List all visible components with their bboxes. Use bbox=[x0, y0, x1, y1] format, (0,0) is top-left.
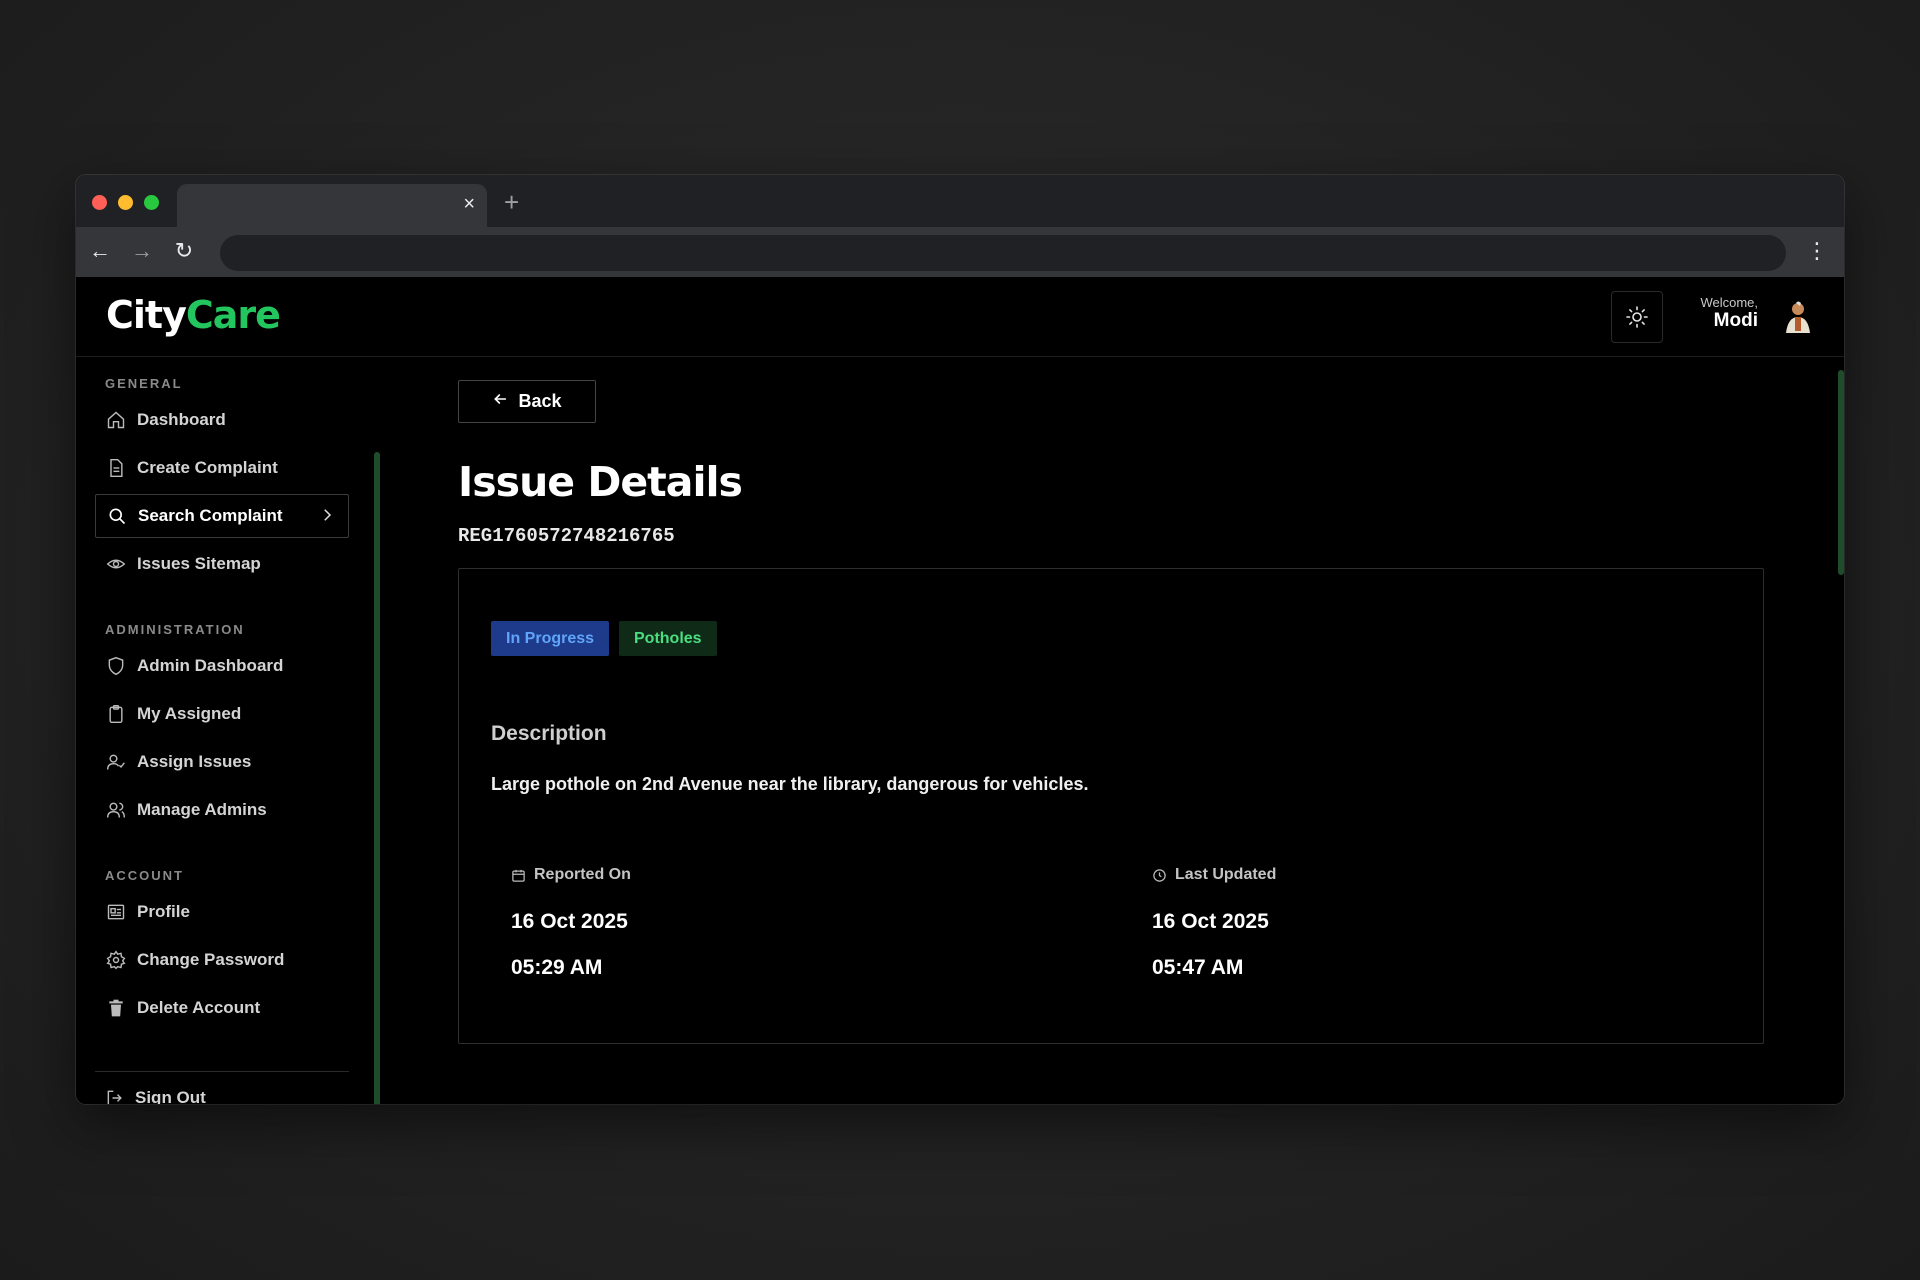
back-button-label: Back bbox=[518, 391, 562, 411]
sidebar-item-label: Profile bbox=[137, 902, 190, 921]
sidebar-item-change-password[interactable]: Change Password bbox=[95, 938, 349, 982]
browser-reload-button[interactable]: ↻ bbox=[170, 237, 198, 265]
sign-out-button[interactable]: Sign Out bbox=[105, 1088, 206, 1104]
sidebar-item-dashboard[interactable]: Dashboard bbox=[95, 398, 349, 442]
user-welcome: Welcome, Modi bbox=[1700, 295, 1758, 332]
sidebar-item-label: Issues Sitemap bbox=[137, 554, 261, 573]
category-badge: Potholes bbox=[619, 621, 717, 656]
clipboard-icon bbox=[105, 703, 127, 725]
browser-forward-button[interactable]: → bbox=[128, 237, 156, 265]
sidebar-item-label: Manage Admins bbox=[137, 800, 267, 819]
eye-icon bbox=[105, 553, 127, 575]
sidebar-item-label: Search Complaint bbox=[138, 506, 283, 525]
last-updated-label: Last Updated bbox=[1175, 866, 1277, 883]
browser-window: × + ← → ↻ ⋮ CityCare Welcome, Modi GENER… bbox=[76, 175, 1844, 1104]
clock-icon bbox=[1152, 868, 1167, 883]
last-updated-block: Last Updated 16 Oct 2025 05:47 AM bbox=[1152, 866, 1276, 980]
sidebar-item-search-complaint[interactable]: Search Complaint bbox=[95, 494, 349, 538]
arrow-left-icon bbox=[492, 391, 508, 412]
description-text: Large pothole on 2nd Avenue near the lib… bbox=[491, 774, 1089, 794]
sun-icon bbox=[1626, 306, 1648, 328]
registration-id: REG1760572748216765 bbox=[458, 525, 675, 547]
minimize-window-button[interactable] bbox=[118, 195, 133, 210]
sidebar-item-label: Delete Account bbox=[137, 998, 261, 1017]
description-heading: Description bbox=[491, 722, 607, 745]
sidebar-item-label: Assign Issues bbox=[137, 752, 252, 771]
last-updated-date: 16 Oct 2025 bbox=[1152, 910, 1269, 933]
citycare-logo[interactable]: CityCare bbox=[106, 293, 281, 337]
chevron-right-icon bbox=[318, 506, 336, 529]
sidebar-section-general: GENERAL bbox=[105, 376, 183, 391]
reported-on-label: Reported On bbox=[534, 866, 631, 883]
browser-tab-bar: × + bbox=[76, 175, 1844, 227]
sign-out-label: Sign Out bbox=[135, 1088, 206, 1104]
sidebar-divider bbox=[95, 1071, 349, 1072]
sidebar-item-admin-dashboard[interactable]: Admin Dashboard bbox=[95, 644, 349, 688]
page-title: Issue Details bbox=[458, 458, 743, 506]
status-badge: In Progress bbox=[491, 621, 610, 656]
logo-care-text: Care bbox=[185, 293, 281, 337]
sidebar-item-delete-account[interactable]: Delete Account bbox=[95, 986, 349, 1030]
last-updated-time: 05:47 AM bbox=[1152, 956, 1244, 979]
user-name: Modi bbox=[1713, 310, 1758, 331]
sidebar-item-issues-sitemap[interactable]: Issues Sitemap bbox=[95, 542, 349, 586]
sidebar-item-label: Dashboard bbox=[137, 410, 226, 429]
browser-menu-button[interactable]: ⋮ bbox=[1806, 237, 1828, 265]
app-header: CityCare Welcome, Modi bbox=[76, 277, 1844, 357]
maximize-window-button[interactable] bbox=[144, 195, 159, 210]
calendar-icon bbox=[511, 868, 526, 883]
trash-icon bbox=[105, 997, 127, 1019]
sidebar-item-create-complaint[interactable]: Create Complaint bbox=[95, 446, 349, 490]
sidebar-item-assign-issues[interactable]: Assign Issues bbox=[95, 740, 349, 784]
browser-back-button[interactable]: ← bbox=[86, 237, 114, 265]
avatar[interactable] bbox=[1780, 299, 1816, 335]
users-icon bbox=[105, 799, 127, 821]
sidebar-item-profile[interactable]: Profile bbox=[95, 890, 349, 934]
sidebar-item-label: Create Complaint bbox=[137, 458, 278, 477]
sidebar-item-label: My Assigned bbox=[137, 704, 242, 723]
new-tab-button[interactable]: + bbox=[504, 189, 519, 215]
sidebar-item-my-assigned[interactable]: My Assigned bbox=[95, 692, 349, 736]
reported-on-date: 16 Oct 2025 bbox=[511, 910, 628, 933]
window-controls bbox=[92, 195, 159, 210]
last-updated-label-row: Last Updated bbox=[1152, 866, 1276, 884]
sidebar-item-manage-admins[interactable]: Manage Admins bbox=[95, 788, 349, 832]
tab-close-icon[interactable]: × bbox=[463, 194, 475, 214]
citycare-app: CityCare Welcome, Modi GENERAL Dashboard… bbox=[76, 277, 1844, 1104]
close-window-button[interactable] bbox=[92, 195, 107, 210]
shield-icon bbox=[105, 655, 127, 677]
back-button[interactable]: Back bbox=[458, 380, 596, 423]
reported-on-label-row: Reported On bbox=[511, 866, 631, 884]
main-scrollbar[interactable] bbox=[1838, 370, 1844, 575]
sidebar-item-label: Admin Dashboard bbox=[137, 656, 284, 675]
browser-tab[interactable]: × bbox=[177, 184, 487, 227]
main-content: Back Issue Details REG1760572748216765 I… bbox=[386, 358, 1844, 1104]
reported-on-block: Reported On 16 Oct 2025 05:29 AM bbox=[511, 866, 631, 980]
sign-out-icon bbox=[105, 1088, 125, 1104]
sidebar-scrollbar[interactable] bbox=[374, 452, 380, 1104]
search-icon bbox=[106, 505, 128, 527]
sidebar-section-administration: ADMINISTRATION bbox=[105, 622, 245, 637]
file-icon bbox=[105, 457, 127, 479]
address-bar[interactable] bbox=[220, 235, 1786, 271]
home-icon bbox=[105, 409, 127, 431]
sidebar-section-account: ACCOUNT bbox=[105, 868, 184, 883]
sidebar-item-label: Change Password bbox=[137, 950, 285, 969]
reported-on-time: 05:29 AM bbox=[511, 956, 603, 979]
issue-details-card: In Progress Potholes Description Large p… bbox=[458, 568, 1764, 1044]
welcome-label: Welcome, bbox=[1700, 295, 1758, 310]
sidebar: GENERAL Dashboard Create Complaint Searc… bbox=[76, 358, 386, 1104]
gear-icon bbox=[105, 949, 127, 971]
id-card-icon bbox=[105, 901, 127, 923]
theme-toggle-button[interactable] bbox=[1611, 291, 1663, 343]
logo-city-text: City bbox=[106, 293, 187, 337]
user-check-icon bbox=[105, 751, 127, 773]
browser-toolbar: ← → ↻ ⋮ bbox=[76, 227, 1844, 277]
